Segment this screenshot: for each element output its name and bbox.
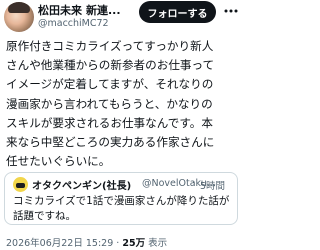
- tweet-line: 来なら中堅どころの実力ある作家さんに: [6, 135, 215, 150]
- tweet-line: 漫画家から言われてもらうと、かなりの: [6, 96, 213, 111]
- tweet-line: スキルが要求されるお仕事なんです。本: [6, 115, 213, 130]
- author-name[interactable]: 松田未来 新連...: [38, 2, 136, 18]
- tweet-line: 任せたいぐらいに。: [6, 154, 111, 169]
- penguin-avatar-icon: [13, 177, 28, 192]
- quoted-line: コミカライズで1話で漫画家さんが降りた話が: [13, 195, 230, 207]
- quoted-line: 話題ですね。: [13, 209, 76, 222]
- tweet-line: さんや他業種からの新参者のお仕事って: [6, 58, 215, 73]
- quoted-author-name: オタクペンギン(社長): [32, 181, 132, 192]
- author-name-primary[interactable]: 松田未来: [38, 4, 82, 17]
- user-avatar-icon[interactable]: [4, 2, 34, 32]
- tweet-datetime[interactable]: 2026年06月22日 15:29: [6, 238, 113, 249]
- tweet-text: 原作付きコミカライズってすっかり新人 さんや他業種からの新参者のお仕事って イメ…: [6, 37, 240, 171]
- quoted-time: 5時間: [200, 181, 226, 192]
- follow-button[interactable]: フォローする: [139, 1, 216, 23]
- views-count: 25万: [122, 238, 146, 249]
- author-handle[interactable]: @macchiMC72: [38, 18, 109, 29]
- views-label: 表示: [148, 238, 168, 249]
- more-horizontal-icon[interactable]: [223, 5, 239, 17]
- meta-separator: ·: [116, 238, 120, 249]
- tweet-meta: 2026年06月22日 15:29 · 25万 表示: [6, 235, 167, 249]
- author-name-secondary[interactable]: 新連...: [86, 4, 121, 17]
- quoted-tweet-card[interactable]: オタクペンギン(社長) @NovelOtaku... · 5時間 コミカライズで…: [4, 172, 238, 225]
- tweet-header: 松田未来 新連... @macchiMC72 フォローする: [0, 0, 242, 36]
- quoted-text: コミカライズで1話で漫画家さんが降りた話が 話題ですね。: [13, 194, 233, 223]
- quoted-separator: ·: [192, 178, 196, 189]
- tweet-line: イメージが定着してますが、それなりの: [6, 77, 214, 92]
- tweet-line: 原作付きコミカライズってすっかり新人: [6, 39, 214, 53]
